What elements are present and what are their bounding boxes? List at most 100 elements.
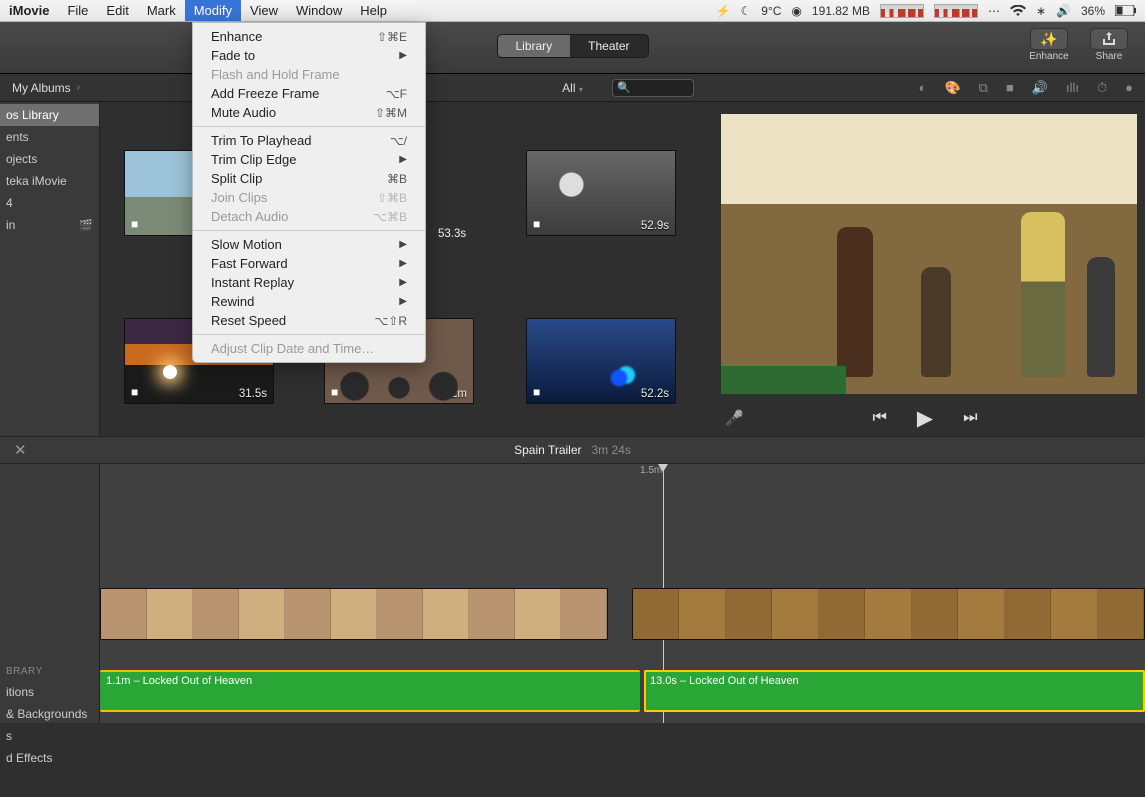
- share-button[interactable]: Share: [1085, 28, 1133, 68]
- prev-button[interactable]: ⏮: [873, 409, 887, 427]
- menu-mark[interactable]: Mark: [138, 0, 185, 21]
- battery-text: 36%: [1081, 4, 1105, 18]
- video-badge-icon: ■: [131, 385, 138, 399]
- menu-item-reset-speed[interactable]: Reset Speed⌥⇧R: [193, 311, 425, 330]
- contrast-icon[interactable]: ◐: [919, 80, 927, 95]
- clip-duration-peek: 53.3s: [438, 228, 466, 240]
- gauge-icon: ◉: [791, 4, 801, 18]
- chat-icon[interactable]: ⋯: [988, 4, 1000, 18]
- battery-icon[interactable]: [1115, 5, 1137, 16]
- menu-item-trim-to-playhead[interactable]: Trim To Playhead⌥/: [193, 131, 425, 150]
- timeline-header: ✕ Spain Trailer 3m 24s: [0, 436, 1145, 464]
- filter-all[interactable]: All ▾: [562, 81, 583, 95]
- memory-text: 191.82 MB: [812, 4, 870, 18]
- menu-item-trim-clip-edge[interactable]: Trim Clip Edge▶: [193, 150, 425, 169]
- search-input[interactable]: 🔍: [612, 79, 694, 97]
- breadcrumb[interactable]: My Albums: [12, 81, 71, 95]
- equalizer-icon[interactable]: ıllı: [1066, 80, 1079, 95]
- content-item[interactable]: itions: [0, 681, 99, 703]
- project-name: Spain Trailer: [514, 443, 581, 457]
- menu-item-fast-forward[interactable]: Fast Forward▶: [193, 254, 425, 273]
- clip-thumbnail[interactable]: ■52.9s: [526, 150, 676, 236]
- speed-icon[interactable]: ⏱: [1097, 80, 1107, 96]
- shortcut: ⌥⌘B: [373, 210, 407, 224]
- mac-menubar: iMovie File Edit Mark Modify View Window…: [0, 0, 1145, 22]
- crop-icon[interactable]: ⧉: [979, 80, 988, 96]
- preview-canvas[interactable]: [721, 114, 1137, 394]
- toolbar: Library Theater ✨ Enhance Share: [0, 22, 1145, 74]
- timeline-video-clip[interactable]: [100, 588, 608, 640]
- info-icon[interactable]: ●: [1125, 80, 1133, 95]
- menu-item-instant-replay[interactable]: Instant Replay▶: [193, 273, 425, 292]
- play-button[interactable]: ▶: [917, 406, 933, 431]
- clip-duration: 31.5s: [239, 388, 267, 400]
- menu-item-slow-motion[interactable]: Slow Motion▶: [193, 235, 425, 254]
- enhance-button[interactable]: ✨ Enhance: [1025, 28, 1073, 68]
- close-timeline-button[interactable]: ✕: [14, 441, 27, 459]
- video-icon[interactable]: ■: [1006, 80, 1014, 95]
- figure: [1087, 257, 1115, 377]
- timeline-audio-clip[interactable]: 13.0s – Locked Out of Heaven: [644, 670, 1145, 712]
- sidebar-item[interactable]: 4: [0, 192, 99, 214]
- shortcut: ⇧⌘M: [375, 106, 407, 120]
- search-icon: 🔍: [617, 81, 631, 94]
- weather-icon: ☾: [741, 4, 752, 18]
- menu-item-enhance[interactable]: Enhance⇧⌘E: [193, 27, 425, 46]
- menu-edit[interactable]: Edit: [97, 0, 137, 21]
- menu-item-fade-to[interactable]: Fade to▶: [193, 46, 425, 65]
- shortcut: ⌥⇧R: [374, 314, 407, 328]
- sidebar-item[interactable]: os Library: [0, 104, 99, 126]
- content-item[interactable]: & Backgrounds: [0, 703, 99, 725]
- submenu-arrow-icon: ▶: [399, 50, 407, 61]
- playback-controls: 🎤 ⏮ ▶ ⏭: [705, 400, 1145, 436]
- timeline[interactable]: 1.5m 1.1m – Locked Out of Heaven13.0s – …: [0, 464, 1145, 723]
- project-duration: 3m 24s: [592, 443, 631, 457]
- library-theater-segment: Library Theater: [496, 34, 648, 58]
- figure: [921, 267, 951, 377]
- library-sidebar: os Libraryentsojectsteka iMovie4in🎬: [0, 102, 100, 436]
- menu-item-flash-and-hold-frame: Flash and Hold Frame: [193, 65, 425, 84]
- segment-theater[interactable]: Theater: [570, 35, 647, 57]
- figure: [837, 227, 873, 377]
- palette-icon[interactable]: 🎨: [944, 80, 960, 96]
- content-item[interactable]: s: [0, 725, 99, 747]
- timeline-audio-clip[interactable]: 1.1m – Locked Out of Heaven: [100, 670, 640, 712]
- menu-modify[interactable]: Modify: [185, 0, 241, 21]
- audio-icon[interactable]: 🔊: [1032, 80, 1048, 96]
- bluetooth-icon[interactable]: ∗: [1036, 4, 1046, 18]
- video-badge-icon: ■: [533, 217, 540, 231]
- menu-window[interactable]: Window: [287, 0, 351, 21]
- submenu-arrow-icon: ▶: [399, 154, 407, 165]
- sidebar-item[interactable]: ents: [0, 126, 99, 148]
- sidebar-item[interactable]: teka iMovie: [0, 170, 99, 192]
- timeline-video-clip[interactable]: [632, 588, 1145, 640]
- content-item[interactable]: d Effects: [0, 747, 99, 769]
- menu-item-add-freeze-frame[interactable]: Add Freeze Frame⌥F: [193, 84, 425, 103]
- next-button[interactable]: ⏭: [963, 409, 977, 427]
- shortcut: ⇧⌘B: [377, 191, 407, 205]
- wifi-icon[interactable]: [1010, 5, 1026, 17]
- menu-item-rewind[interactable]: Rewind▶: [193, 292, 425, 311]
- weather-text: 9°C: [761, 4, 781, 18]
- menu-help[interactable]: Help: [351, 0, 396, 21]
- app-menu[interactable]: iMovie: [0, 0, 58, 21]
- clip-duration: 2.2m: [441, 388, 467, 400]
- video-badge-icon: ■: [131, 217, 138, 231]
- content-library-header: BRARY: [0, 662, 99, 681]
- sidebar-item[interactable]: in🎬: [0, 214, 99, 236]
- volume-icon[interactable]: 🔊: [1056, 4, 1071, 18]
- menu-view[interactable]: View: [241, 0, 287, 21]
- submenu-arrow-icon: ▶: [399, 277, 407, 288]
- shortcut: ⌥/: [390, 134, 407, 148]
- sidebar-item[interactable]: ojects: [0, 148, 99, 170]
- segment-library[interactable]: Library: [497, 35, 570, 57]
- submenu-arrow-icon: ▶: [399, 239, 407, 250]
- menu-item-mute-audio[interactable]: Mute Audio⇧⌘M: [193, 103, 425, 122]
- clip-thumbnail[interactable]: ■52.2s: [526, 318, 676, 404]
- menu-item-split-clip[interactable]: Split Clip⌘B: [193, 169, 425, 188]
- browser-bar: My Albums › All ▾ 🔍 ◐ 🎨 ⧉ ■ 🔊 ıllı ⏱ ●: [0, 74, 1145, 102]
- menu-file[interactable]: File: [58, 0, 97, 21]
- share-icon: [1090, 28, 1128, 50]
- bolt-icon: ⚡: [716, 4, 731, 18]
- microphone-icon[interactable]: 🎤: [725, 409, 744, 427]
